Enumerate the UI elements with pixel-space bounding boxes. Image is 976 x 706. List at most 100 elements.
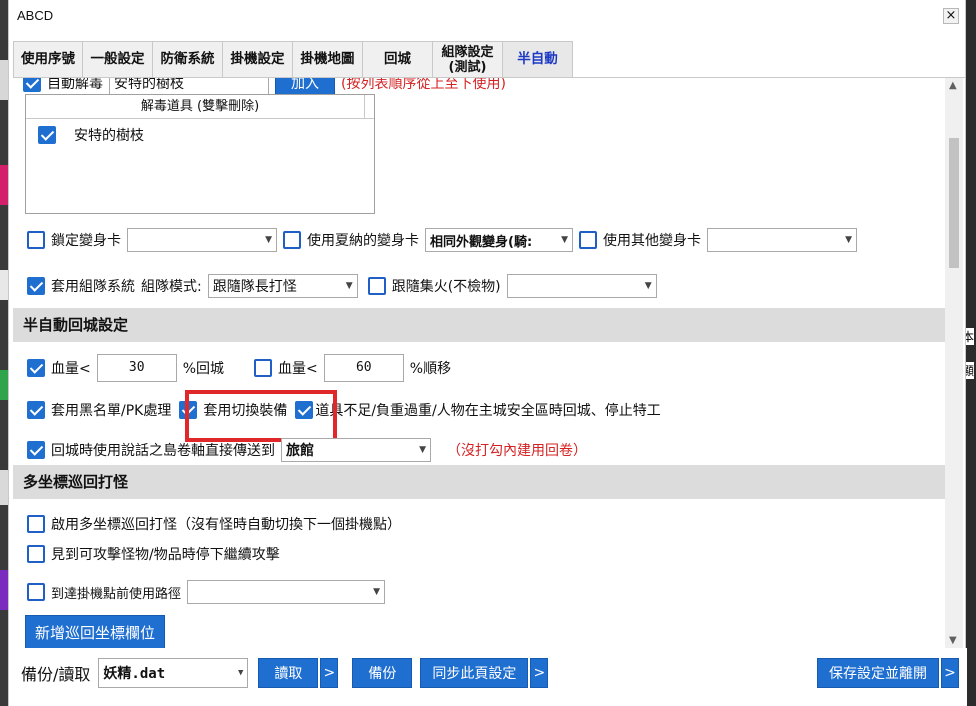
tab-semi-auto[interactable]: 半自動 — [502, 41, 573, 77]
use-party-label: 套用組隊系統 — [51, 279, 135, 295]
lock-card-checkbox[interactable] — [27, 231, 45, 249]
list-item[interactable]: 安特的樹枝 — [38, 125, 150, 145]
antidote-list-header: 解毒道具 (雙擊刪除) — [26, 95, 374, 119]
follow-fire-select[interactable]: ▼ — [506, 274, 657, 298]
list-item-checkbox[interactable] — [38, 126, 56, 144]
highlight-box — [185, 390, 337, 442]
blacklist-label: 套用黑名單/PK處理 — [51, 403, 172, 419]
bottom-toolbar: 備份/讀取 妖精.dat ▼ 讀取 > 備份 同步此頁設定 > 保存設定並離開 > — [9, 648, 967, 706]
tab-afk-map[interactable]: 掛機地圖 — [292, 41, 363, 77]
save-and-exit-button[interactable]: 保存設定並離開 — [817, 658, 939, 688]
patrol-stop-checkbox[interactable] — [27, 545, 45, 563]
read-more-button[interactable]: > — [320, 658, 339, 688]
settings-window: ABCD × 使用序號 一般設定 防衛系統 掛機設定 掛機地圖 回城 組隊設定 … — [8, 0, 967, 706]
hp-return-label: 血量< — [51, 361, 91, 377]
tab-party[interactable]: 組隊設定 (測試) — [432, 41, 503, 77]
tab-defense[interactable]: 防衛系統 — [152, 41, 223, 77]
semi-auto-panel: 自動解毒 安特的樹枝 加入 (按列表順序從上至下使用) 解毒道具 (雙擊刪除) … — [13, 78, 951, 648]
chevron-down-icon: ▼ — [265, 235, 272, 245]
tab-strip: 使用序號 一般設定 防衛系統 掛機設定 掛機地圖 回城 組隊設定 (測試) 半自… — [13, 41, 573, 77]
chevron-down-icon: ▼ — [373, 587, 381, 597]
scroll-note: （沒打勾內建用回卷） — [447, 443, 587, 459]
patrol-enable-checkbox[interactable] — [27, 515, 45, 533]
chevron-down-icon: ▼ — [237, 668, 244, 678]
hp-return-suffix: %回城 — [182, 361, 225, 377]
blacklist-checkbox[interactable] — [27, 401, 45, 419]
sync-page-button[interactable]: 同步此頁設定 — [420, 658, 529, 688]
use-party-checkbox[interactable] — [27, 277, 45, 295]
party-row: 套用組隊系統 組隊模式: 跟隨隊長打怪 ▼ 跟隨集火(不檢物) ▼ — [27, 274, 663, 298]
antidote-checkbox[interactable] — [23, 78, 41, 92]
antidote-item-input[interactable]: 安特的樹枝 — [109, 78, 269, 95]
antidote-label: 自動解毒 — [47, 78, 103, 92]
scroll-target-select[interactable]: 旅館 ▼ — [281, 438, 431, 462]
xiana-card-label: 使用夏納的變身卡 — [307, 233, 419, 249]
hp-teleport-checkbox[interactable] — [254, 359, 273, 377]
options-row: 套用黑名單/PK處理 套用切換裝備 道具不足/負重過重/人物在主城安全區時回城、… — [27, 400, 667, 420]
close-button[interactable]: × — [943, 8, 959, 24]
party-mode-value: 跟隨隊長打怪 — [212, 279, 297, 295]
lock-card-label: 鎖定變身卡 — [51, 233, 121, 249]
talking-island-scroll-label: 回城時使用說話之島卷軸直接傳送到 — [51, 443, 275, 459]
sync-more-button[interactable]: > — [530, 658, 549, 688]
tab-serial[interactable]: 使用序號 — [13, 41, 83, 77]
patrol-path-label: 到達掛機點前使用路徑 — [51, 586, 182, 602]
patrol-path-checkbox[interactable] — [27, 583, 45, 601]
scroll-target-value: 旅館 — [286, 443, 314, 459]
chevron-down-icon: ▼ — [561, 235, 568, 245]
hp-return-checkbox[interactable] — [27, 359, 45, 377]
title-bar: ABCD × — [9, 0, 965, 34]
antidote-list[interactable]: 解毒道具 (雙擊刪除) 安特的樹枝 — [25, 94, 375, 214]
chevron-down-icon: ▼ — [419, 445, 426, 455]
patrol-stop-row: 見到可攻擊怪物/物品時停下繼續攻擊 — [27, 544, 286, 564]
lock-card-select[interactable]: ▼ — [127, 228, 277, 252]
backup-file-value: 妖精.dat — [103, 666, 166, 682]
save-row: 保存設定並離開 > — [817, 658, 965, 688]
xiana-card-select[interactable]: 相同外觀變身(騎: ▼ — [425, 228, 573, 252]
patrol-enable-row: 啟用多坐標巡回打怪（沒有怪時自動切換下一個掛機點） — [27, 514, 407, 534]
talking-island-scroll-checkbox[interactable] — [27, 441, 45, 459]
other-card-checkbox[interactable] — [579, 231, 597, 249]
hp-teleport-label: 血量< — [278, 361, 318, 377]
patrol-add-row: 新增巡回坐標欄位 — [25, 615, 171, 648]
section-header-patrol: 多坐標巡回打怪 — [13, 465, 951, 499]
tab-return-town[interactable]: 回城 — [362, 41, 433, 77]
scrollbar-thumb[interactable] — [949, 138, 959, 268]
chevron-down-icon: ▼ — [345, 281, 353, 291]
section-header-return: 半自動回城設定 — [13, 308, 951, 342]
party-mode-label: 組隊模式: — [141, 279, 202, 295]
tab-general[interactable]: 一般設定 — [82, 41, 153, 77]
backup-button[interactable]: 備份 — [352, 658, 413, 688]
backup-file-select[interactable]: 妖精.dat ▼ — [98, 658, 249, 688]
patrol-enable-label: 啟用多坐標巡回打怪（沒有怪時自動切換下一個掛機點） — [51, 517, 401, 533]
patrol-path-row: 到達掛機點前使用路徑 ▼ — [27, 580, 391, 604]
scroll-down-arrow-icon[interactable]: ▼ — [949, 635, 957, 646]
add-patrol-coordinate-button[interactable]: 新增巡回坐標欄位 — [25, 615, 165, 648]
party-mode-select[interactable]: 跟隨隊長打怪 ▼ — [207, 274, 358, 298]
hp-row: 血量< 30 %回城 血量< 60 %順移 — [27, 354, 457, 382]
backup-read-label: 備份/讀取 — [21, 665, 91, 684]
other-card-label: 使用其他變身卡 — [603, 233, 701, 249]
patrol-stop-label: 見到可攻擊怪物/物品時停下繼續攻擊 — [51, 547, 280, 563]
patrol-path-select[interactable]: ▼ — [187, 580, 386, 604]
xiana-card-value: 相同外觀變身(騎: — [430, 234, 533, 250]
scroll-row: 回城時使用說話之島卷軸直接傳送到 旅館 ▼ （沒打勾內建用回卷） — [27, 438, 593, 462]
antidote-order-note: (按列表順序從上至下使用) — [341, 78, 506, 92]
other-card-select[interactable]: ▼ — [707, 228, 857, 252]
chevron-down-icon: ▼ — [845, 235, 852, 245]
read-button[interactable]: 讀取 — [258, 658, 319, 688]
scroll-up-arrow-icon[interactable]: ▲ — [949, 80, 957, 91]
hp-teleport-input[interactable]: 60 — [323, 354, 404, 382]
xiana-card-checkbox[interactable] — [283, 231, 301, 249]
list-item-label: 安特的樹枝 — [74, 128, 144, 144]
transform-row: 鎖定變身卡 ▼ 使用夏納的變身卡 相同外觀變身(騎: ▼ 使用其他變身卡 ▼ — [27, 228, 863, 252]
save-more-button[interactable]: > — [941, 658, 959, 688]
tab-afk-settings[interactable]: 掛機設定 — [222, 41, 293, 77]
list-column-divider — [364, 95, 365, 119]
follow-fire-checkbox[interactable] — [367, 277, 386, 295]
shortage-return-label: 道具不足/負重過重/人物在主城安全區時回城、停止特工 — [315, 403, 661, 419]
hp-return-input[interactable]: 30 — [96, 354, 177, 382]
follow-fire-label: 跟隨集火(不檢物) — [391, 279, 501, 295]
window-title: ABCD — [17, 8, 54, 23]
panel-scrollbar[interactable]: ▲ ▼ — [945, 78, 963, 648]
